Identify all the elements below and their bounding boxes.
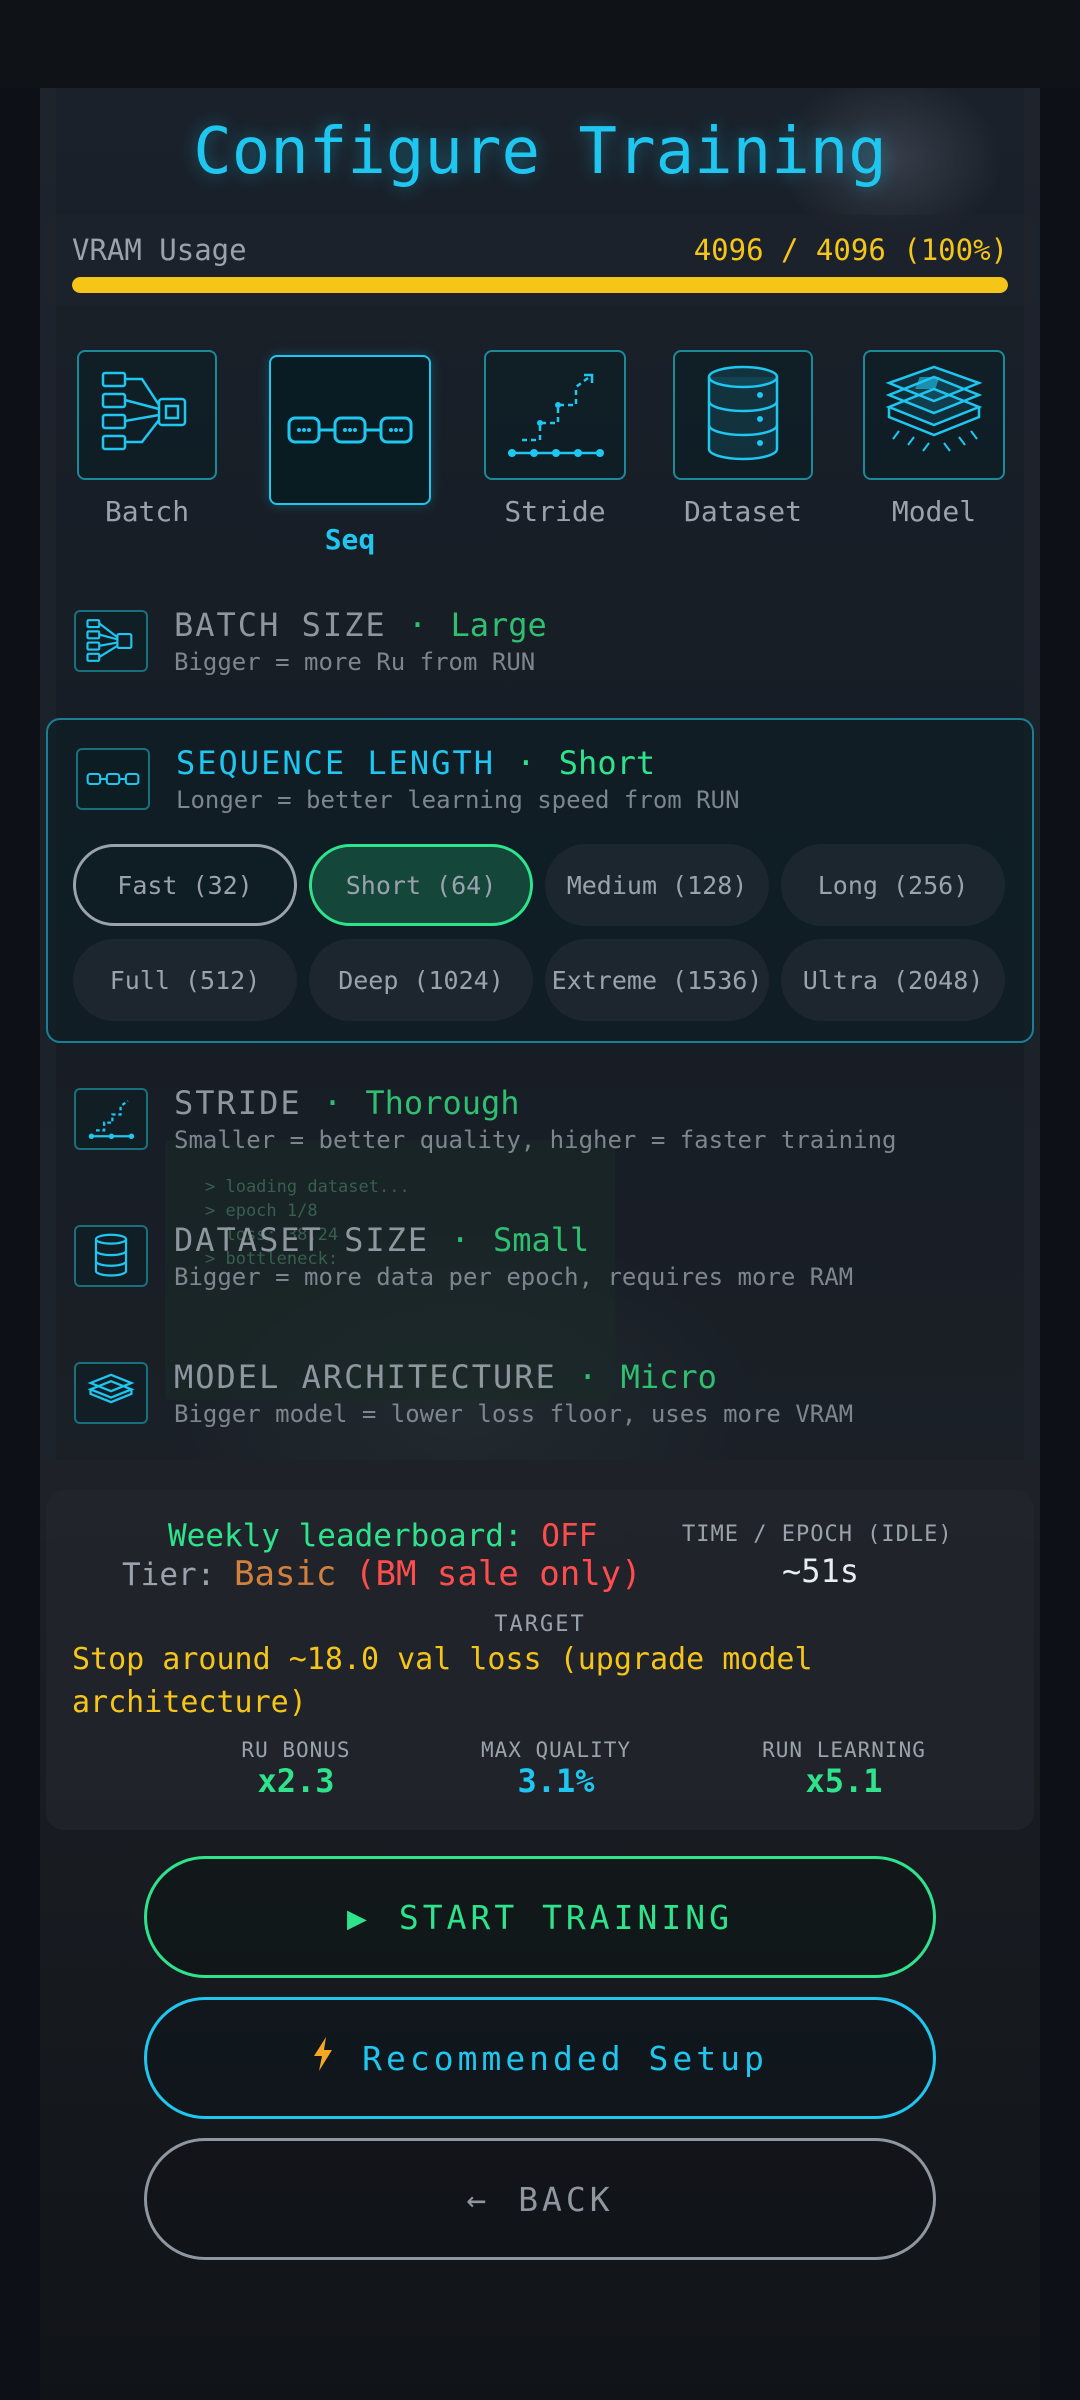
vram-label: VRAM Usage [72,233,247,267]
stride-value: Thorough [365,1084,520,1122]
stride-steps-icon [508,373,604,457]
dataset-size-subtitle: Bigger = more data per epoch, requires m… [174,1263,854,1291]
sequence-length-title: SEQUENCE LENGTH · Short [176,744,656,782]
lightning-icon [312,2037,334,2079]
seq-option-fast[interactable]: Fast (32) [73,844,297,926]
stride-title: STRIDE · Thorough [174,1084,520,1122]
back-button[interactable]: ← BACK [144,2138,936,2260]
seq-option-long[interactable]: Long (256) [781,844,1005,926]
target-label: TARGET [494,1612,586,1637]
tab-dataset-label: Dataset [683,495,802,528]
tier-value: Basic [234,1554,337,1594]
status-bar-area [0,0,1080,88]
layered-chip-icon [74,1362,148,1424]
sequence-length-subtitle: Longer = better learning speed from RUN [176,786,740,814]
leaderboard-status: Weekly leaderboard: OFF [168,1518,598,1554]
database-icon [707,365,779,461]
batch-size-value: Large [450,606,547,644]
chain-links-icon [76,748,150,810]
seq-option-short[interactable]: Short (64) [309,844,533,926]
seq-option-full[interactable]: Full (512) [73,939,297,1021]
tab-stride[interactable] [484,350,626,480]
tab-seq-label: Seq [324,523,376,556]
dataset-size-value: Small [492,1221,590,1259]
sequence-length-panel: SEQUENCE LENGTH · Short Longer = better … [46,718,1034,1043]
chain-links-icon [287,416,413,444]
tab-model[interactable] [863,350,1005,480]
tier-status: Tier: Basic (BM sale only) [122,1554,642,1594]
play-icon: ▶ [346,1897,371,1937]
stride-steps-icon [74,1088,148,1150]
batch-size-section[interactable]: BATCH SIZE · Large Bigger = more Ru from… [46,602,1034,682]
max-quality-value: 3.1% [517,1762,595,1800]
tab-batch[interactable] [77,350,217,480]
target-text: Stop around ~18.0 val loss (upgrade mode… [72,1642,813,1720]
layered-chip-icon [885,365,983,452]
ru-bonus-label: RU BONUS [241,1738,351,1762]
tab-model-label: Model [891,495,977,528]
database-icon [74,1225,148,1287]
run-learning-value: x5.1 [805,1762,883,1800]
back-label: BACK [518,2179,614,2219]
vram-progress-track [72,277,1008,293]
dataset-size-section[interactable]: DATASET SIZE · Small Bigger = more data … [46,1217,1034,1297]
dataset-size-title: DATASET SIZE · Small [174,1221,590,1259]
model-architecture-title: MODEL ARCHITECTURE · Micro [174,1358,717,1396]
max-quality-label: MAX QUALITY [480,1738,632,1762]
tier-note: (BM sale only) [355,1554,642,1594]
recommended-setup-label: Recommended Setup [362,2038,768,2078]
seq-option-deep[interactable]: Deep (1024) [309,939,533,1021]
tab-batch-label: Batch [104,495,190,528]
start-training-button[interactable]: ▶ START TRAINING [144,1856,936,1978]
tab-seq[interactable] [269,355,431,505]
stride-subtitle: Smaller = better quality, higher = faste… [174,1126,897,1154]
vram-progress-fill [72,277,1008,293]
run-learning-label: RUN LEARNING [762,1738,926,1762]
leaderboard-value: OFF [541,1518,598,1554]
stride-section[interactable]: STRIDE · Thorough Smaller = better quali… [46,1080,1034,1160]
seq-option-extreme[interactable]: Extreme (1536) [545,939,769,1021]
vram-value: 4096 / 4096 (100%) [693,233,1008,267]
tab-dataset[interactable] [673,350,813,480]
seq-option-medium[interactable]: Medium (128) [545,844,769,926]
start-training-label: START TRAINING [398,1897,734,1937]
tab-stride-label: Stride [504,495,606,528]
model-architecture-section[interactable]: MODEL ARCHITECTURE · Micro Bigger model … [46,1354,1034,1434]
seq-option-ultra[interactable]: Ultra (2048) [781,939,1005,1021]
batch-network-icon [74,610,148,672]
model-architecture-value: Micro [620,1358,717,1396]
ru-bonus-value: x2.3 [257,1762,335,1800]
training-summary-panel: Weekly leaderboard: OFF Tier: Basic (BM … [46,1490,1034,1830]
batch-size-title: BATCH SIZE · Large [174,606,547,644]
model-architecture-subtitle: Bigger model = lower loss floor, uses mo… [174,1400,854,1428]
time-epoch-label: TIME / EPOCH (IDLE) [682,1522,953,1547]
time-epoch-value: ~51s [782,1552,860,1590]
vram-usage-panel: VRAM Usage 4096 / 4096 (100%) [46,215,1034,305]
batch-size-subtitle: Bigger = more Ru from RUN [174,648,536,676]
recommended-setup-button[interactable]: Recommended Setup [144,1997,936,2119]
page-title: Configure Training [193,115,887,189]
batch-network-icon [101,371,187,451]
arrow-left-icon: ← [466,2179,491,2219]
sequence-length-value: Short [558,744,656,782]
